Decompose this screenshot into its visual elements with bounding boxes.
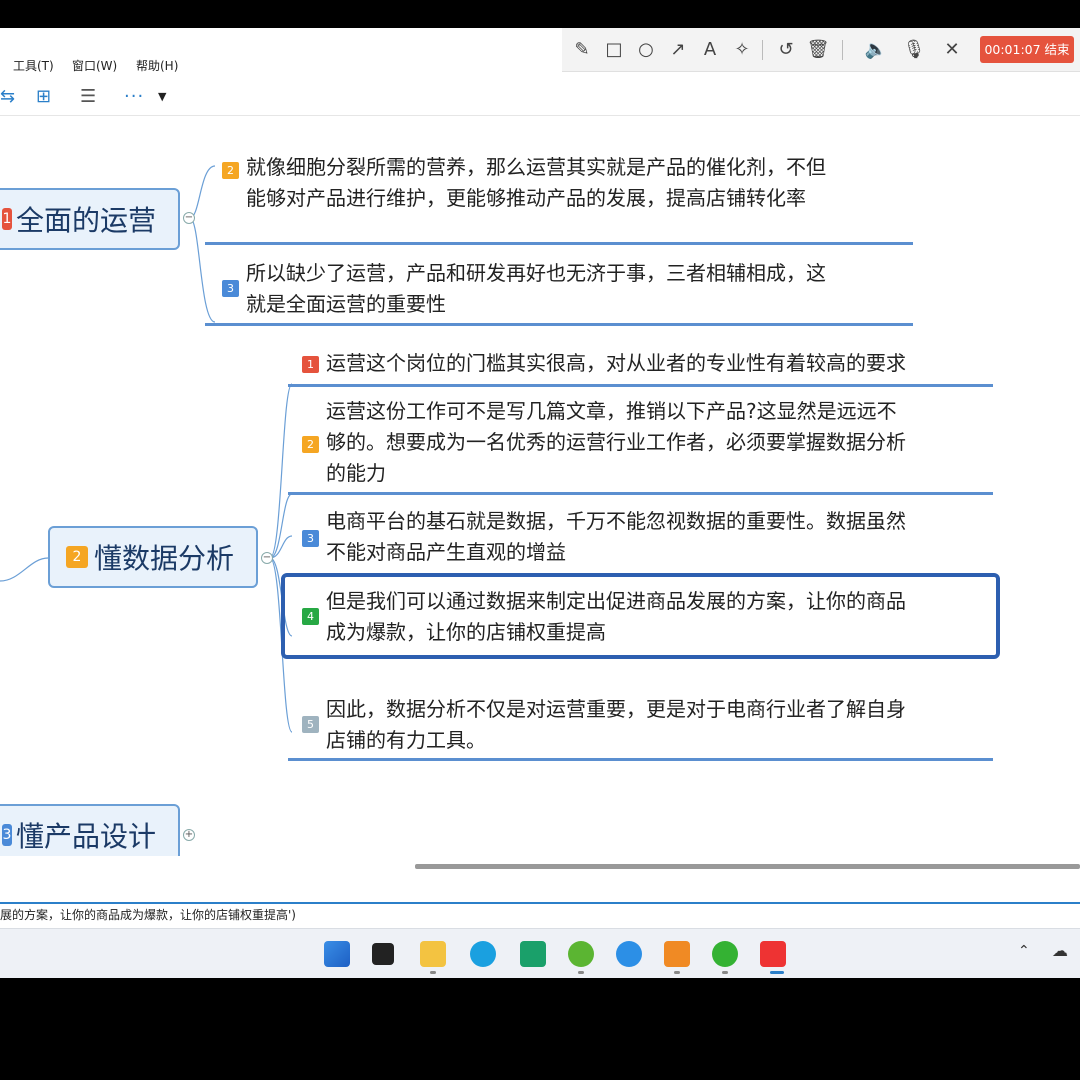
- topic-number-badge: 3: [2, 824, 12, 846]
- priority-badge: 5: [302, 716, 319, 733]
- screen-recorder-toolbar: ✎ □ ○ ↗ A ✧ ↺ 🗑 🔈 🎙 ✕ 00:01:07 结束: [562, 28, 1080, 72]
- toolbar: ⇆ ⊞ ☰ ··· ▼: [0, 76, 1080, 116]
- subtopic-underline: [288, 384, 993, 387]
- menu-help[interactable]: 帮助(H): [136, 57, 178, 74]
- topic-label: 全面的运营: [16, 204, 157, 237]
- mindmap-canvas[interactable]: 1 全面的运营 − 2 就像细胞分裂所需的营养，那么运营其实就是产品的催化剂，不…: [0, 116, 1080, 856]
- running-indicator: [430, 971, 436, 974]
- circle-icon[interactable]: ○: [634, 38, 658, 62]
- subtopic-underline: [288, 492, 993, 495]
- subtopic-text: 电商平台的基石就是数据，千万不能忽视数据的重要性。数据虽然: [326, 509, 906, 533]
- taskbar: ⌃ ☁: [0, 928, 1080, 978]
- outline-icon[interactable]: ☰: [80, 86, 96, 108]
- subtopic-text: 就像细胞分裂所需的营养，那么运营其实就是产品的催化剂，不但: [246, 155, 826, 179]
- subtopic-underline: [288, 758, 993, 761]
- browser-icon[interactable]: [616, 941, 642, 967]
- divider: [762, 40, 763, 60]
- application-window: 工具(T) 窗口(W) 帮助(H) ✎ □ ○ ↗ A ✧ ↺ 🗑 🔈 🎙 ✕ …: [0, 28, 1080, 978]
- arrow-icon[interactable]: ↗: [666, 38, 690, 62]
- speaker-icon[interactable]: 🔈: [864, 38, 888, 62]
- running-indicator: [578, 971, 584, 974]
- text-tool-icon[interactable]: A: [698, 38, 722, 62]
- rectangle-icon[interactable]: □: [602, 38, 626, 62]
- priority-badge: 2: [302, 436, 319, 453]
- undo-icon[interactable]: ↺: [774, 38, 798, 62]
- status-divider: [0, 902, 1080, 904]
- ie-browser-icon[interactable]: [568, 941, 594, 967]
- running-indicator: [722, 971, 728, 974]
- subtopic-text: 够的。想要成为一名优秀的运营行业工作者，必须要掌握数据分析: [326, 430, 906, 454]
- close-icon[interactable]: ✕: [940, 38, 964, 62]
- subtopic-underline: [205, 242, 913, 245]
- subtopic-text: 成为爆款，让你的店铺权重提高: [326, 620, 606, 644]
- topic-node-1[interactable]: 1 全面的运营: [0, 188, 180, 250]
- subtopic-node[interactable]: 3 所以缺少了运营，产品和研发再好也无济于事，三者相辅相成，这 就是全面运营的重…: [220, 258, 910, 320]
- edge-browser-icon[interactable]: [470, 941, 496, 967]
- chevron-down-icon[interactable]: ▼: [158, 86, 166, 108]
- subtopic-node[interactable]: 3 电商平台的基石就是数据，千万不能忽视数据的重要性。数据虽然 不能对商品产生直…: [300, 506, 990, 568]
- subtopic-node[interactable]: 5 因此，数据分析不仅是对运营重要，更是对于电商行业者了解自身 店铺的有力工具。: [300, 694, 990, 756]
- menu-tools[interactable]: 工具(T): [13, 57, 54, 74]
- more-icon[interactable]: ···: [124, 86, 144, 108]
- horizontal-scrollbar[interactable]: [415, 864, 1080, 869]
- wechat-icon[interactable]: [712, 941, 738, 967]
- menu-window[interactable]: 窗口(W): [72, 57, 117, 74]
- subtopic-text: 运营这份工作可不是写几篇文章，推销以下产品?这显然是远远不: [326, 399, 897, 423]
- file-explorer-icon[interactable]: [420, 941, 446, 967]
- active-indicator: [770, 971, 784, 974]
- subtopic-text: 能够对产品进行维护，更能够推动产品的发展，提高店铺转化率: [246, 186, 806, 210]
- subtopic-node[interactable]: 1 运营这个岗位的门槛其实很高，对从业者的专业性有着较高的要求: [300, 348, 990, 379]
- menu-bar: 工具(T) 窗口(W) 帮助(H): [0, 52, 560, 76]
- topic-node-3[interactable]: 3 懂产品设计: [0, 804, 180, 856]
- layout-icon[interactable]: ⇆: [0, 86, 15, 108]
- subtopic-text: 但是我们可以通过数据来制定出促进商品发展的方案，让你的商品: [326, 589, 906, 613]
- store-icon[interactable]: [520, 941, 546, 967]
- subtopic-text: 所以缺少了运营，产品和研发再好也无济于事，三者相辅相成，这: [246, 261, 826, 285]
- start-menu-icon[interactable]: [324, 941, 350, 967]
- stop-recording-timer-button[interactable]: 00:01:07 结束: [980, 36, 1074, 63]
- topic-label: 懂数据分析: [94, 542, 235, 575]
- collapse-toggle-icon[interactable]: −: [183, 212, 195, 224]
- subtopic-text: 店铺的有力工具。: [326, 728, 486, 752]
- structure-icon[interactable]: ⊞: [36, 86, 51, 108]
- xmind-icon[interactable]: [760, 941, 786, 967]
- collapse-toggle-icon[interactable]: −: [261, 552, 273, 564]
- microphone-icon[interactable]: 🎙: [902, 38, 926, 62]
- subtopic-text: 不能对商品产生直观的增益: [326, 540, 566, 564]
- topic-number-badge: 1: [2, 208, 12, 230]
- magic-wand-icon[interactable]: ✧: [730, 38, 754, 62]
- subtopic-underline: [205, 323, 913, 326]
- divider: [842, 40, 843, 60]
- topic-number-badge: 2: [66, 546, 88, 568]
- topic-label: 懂产品设计: [16, 820, 157, 853]
- subtopic-text: 运营这个岗位的门槛其实很高，对从业者的专业性有着较高的要求: [326, 351, 906, 375]
- subtopic-node-selected[interactable]: 4 但是我们可以通过数据来制定出促进商品发展的方案，让你的商品 成为爆款，让你的…: [300, 586, 990, 648]
- subtopic-text: 因此，数据分析不仅是对运营重要，更是对于电商行业者了解自身: [326, 697, 906, 721]
- priority-badge: 1: [302, 356, 319, 373]
- chevron-up-icon[interactable]: ⌃: [1018, 943, 1030, 959]
- status-text: 展的方案，让你的商品成为爆款，让你的店铺权重提高'): [0, 908, 296, 922]
- subtopic-node[interactable]: 2 就像细胞分裂所需的营养，那么运营其实就是产品的催化剂，不但 能够对产品进行维…: [220, 152, 910, 214]
- expand-toggle-icon[interactable]: +: [183, 829, 195, 841]
- app-icon[interactable]: [664, 941, 690, 967]
- pen-icon[interactable]: ✎: [570, 38, 594, 62]
- priority-badge: 3: [302, 530, 319, 547]
- trash-icon[interactable]: 🗑: [806, 38, 830, 62]
- cloud-icon[interactable]: ☁: [1052, 941, 1068, 960]
- priority-badge: 2: [222, 162, 239, 179]
- task-view-icon[interactable]: [372, 943, 394, 965]
- priority-badge: 3: [222, 280, 239, 297]
- topic-node-2[interactable]: 2 懂数据分析: [48, 526, 258, 588]
- subtopic-text: 就是全面运营的重要性: [246, 292, 446, 316]
- priority-badge: 4: [302, 608, 319, 625]
- subtopic-node[interactable]: 2 运营这份工作可不是写几篇文章，推销以下产品?这显然是远远不 够的。想要成为一…: [300, 396, 990, 489]
- running-indicator: [674, 971, 680, 974]
- subtopic-text: 的能力: [326, 461, 386, 485]
